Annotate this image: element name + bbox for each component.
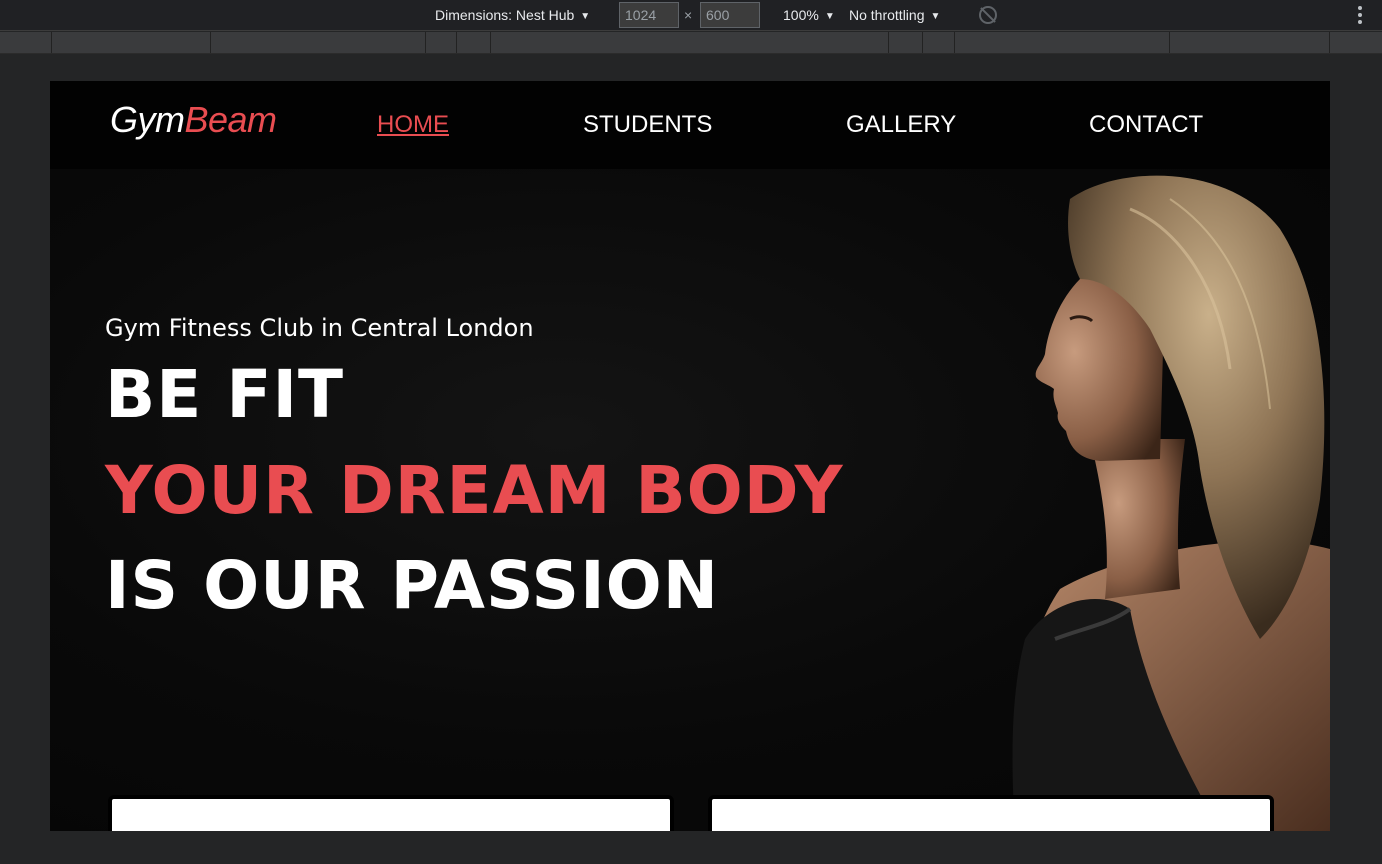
nav-link-gallery[interactable]: GALLERY [846,111,956,139]
width-input[interactable]: 1024 [619,2,679,28]
hero-tagline: Gym Fitness Club in Central London [105,314,534,342]
hero-athlete-photo [1012,175,1330,831]
nav-link-contact[interactable]: CONTACT [1089,111,1203,139]
hero-headline-line2: YOUR DREAM BODY [105,452,844,529]
height-input[interactable]: 600 [700,2,760,28]
ruler-segment[interactable] [456,32,457,53]
devtools-device-toolbar: Dimensions: Nest Hub ▼ 1024 × 600 100% ▼ N… [0,0,1382,31]
dimensions-label: Dimensions: Nest Hub [435,7,575,23]
ruler-segment[interactable] [210,32,211,53]
nav-link-home[interactable]: HOME [377,111,449,139]
ruler-segment[interactable] [954,32,955,53]
site-logo[interactable]: GymBeam [110,99,277,141]
ruler-segment[interactable] [922,32,923,53]
zoom-label: 100% [783,7,819,23]
feature-card-right [708,795,1274,831]
feature-card-left [108,795,674,831]
hero-headline-line1: BE FIT [105,356,345,433]
logo-text-beam: Beam [184,99,278,140]
logo-text-gym: Gym [110,99,185,140]
rotate-disabled-icon[interactable] [979,6,997,24]
more-options-icon[interactable] [1354,4,1366,26]
ruler-segment[interactable] [425,32,426,53]
dropdown-caret-icon: ▼ [930,11,941,22]
throttling-label: No throttling [849,7,925,23]
nav-link-students[interactable]: STUDENTS [583,111,712,139]
dimensions-dropdown[interactable]: Dimensions: Nest Hub ▼ [435,0,590,30]
media-query-ruler[interactable] [0,32,1382,54]
ruler-segment[interactable] [1169,32,1170,53]
times-separator: × [684,7,693,23]
hero-headline-line3: IS OUR PASSION [105,547,719,624]
site-navbar: GymBeam HOME STUDENTS GALLERY CONTACT [50,81,1330,169]
zoom-dropdown[interactable]: 100% ▼ [783,0,835,30]
throttling-dropdown[interactable]: No throttling ▼ [849,0,940,30]
dropdown-caret-icon: ▼ [580,11,591,22]
ruler-segment[interactable] [1329,32,1330,53]
ruler-segment[interactable] [490,32,491,53]
ruler-segment[interactable] [51,32,52,53]
dropdown-caret-icon: ▼ [824,11,835,22]
emulated-viewport: GymBeam HOME STUDENTS GALLERY CONTACT Gy… [50,81,1330,831]
hero-section: Gym Fitness Club in Central London BE FI… [50,169,1330,831]
ruler-segment[interactable] [888,32,889,53]
